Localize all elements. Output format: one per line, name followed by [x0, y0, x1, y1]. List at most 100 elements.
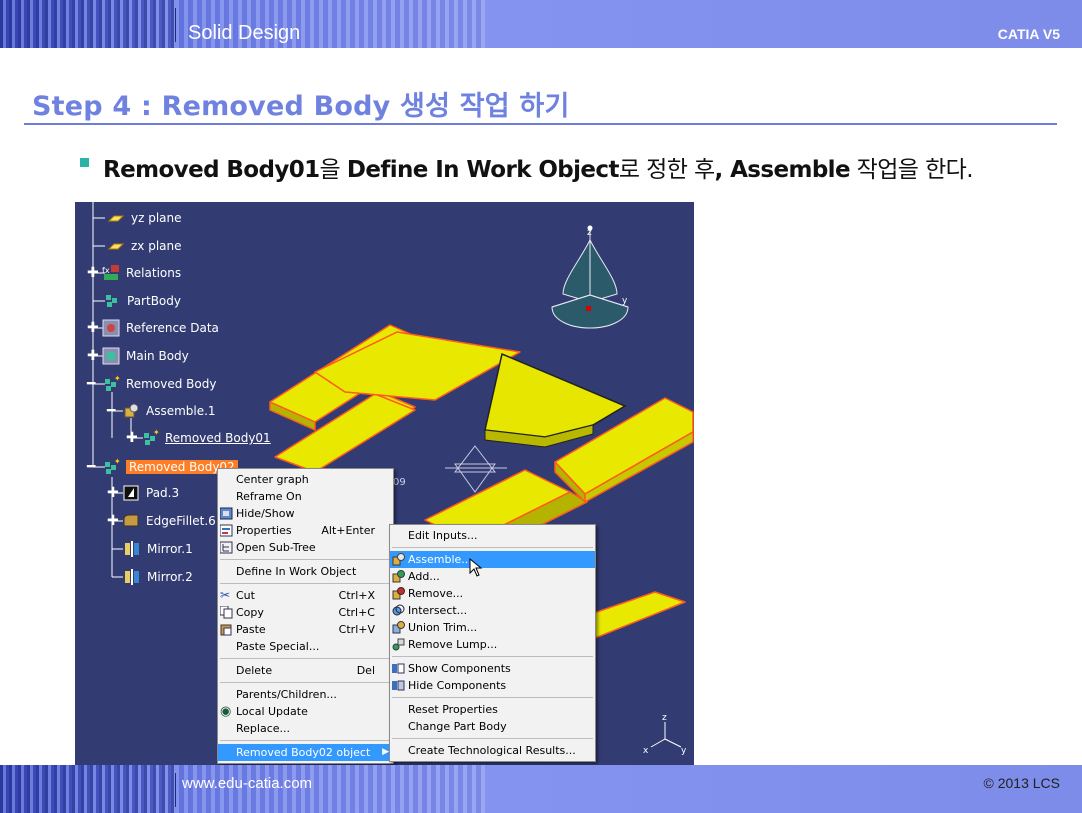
catia-viewport[interactable]: 09 z y z y x yz plane zx plane ✚ fx Rela…	[75, 202, 694, 766]
expand-plus-icon[interactable]: ✚	[87, 321, 100, 335]
title-divider	[24, 123, 1057, 125]
menu-item-cut[interactable]: ✂ Cut Ctrl+X	[218, 587, 393, 604]
compass-icon[interactable]: z y	[551, 225, 629, 329]
tree-item-removed-body[interactable]: ━ ✦ Removed Body	[87, 373, 216, 395]
instruction-part-3: Define In Work Object	[346, 157, 620, 183]
tree-item-mirror-1[interactable]: Mirror.1	[123, 538, 193, 560]
expand-plus-icon[interactable]: ✚	[87, 266, 100, 280]
axis-triad-icon	[650, 722, 682, 748]
svg-text:fx: fx	[102, 266, 110, 275]
instruction-part-4: 로 정한 후	[618, 157, 715, 183]
union-trim-icon	[392, 621, 405, 634]
submenu-item-union-trim[interactable]: Union Trim...	[390, 619, 595, 636]
submenu-item-add[interactable]: Add...	[390, 568, 595, 585]
tree-item-reference-data[interactable]: ✚ Reference Data	[87, 317, 219, 339]
body-icon: ✦	[105, 375, 120, 391]
instruction-part-2: 을	[319, 157, 347, 183]
partbody-icon	[106, 295, 117, 307]
paste-icon	[220, 624, 232, 636]
body-icon: ✦	[144, 429, 159, 445]
menu-item-paste[interactable]: Paste Ctrl+V	[218, 621, 393, 638]
collapse-minus-icon[interactable]: ━	[87, 460, 100, 474]
footer-url: www.edu-catia.com	[182, 775, 313, 792]
tree-item-mirror-2[interactable]: Mirror.2	[123, 566, 193, 588]
mirror-icon	[125, 541, 139, 557]
triad-y-label: y	[681, 746, 687, 756]
menu-item-delete[interactable]: Delete Del	[218, 662, 393, 679]
tree-item-edgefillet-6[interactable]: ✚ EdgeFillet.6	[107, 510, 216, 532]
copy-icon	[220, 606, 233, 619]
tree-item-removed-body01[interactable]: ✚ ✦ Removed Body01	[126, 427, 271, 449]
compass-z-label: z	[587, 228, 592, 238]
intersect-icon	[392, 604, 405, 616]
menu-separator	[392, 697, 593, 698]
instruction-text: Removed Body01을 Define In Work Object로 정…	[103, 150, 974, 184]
menu-item-reframe-on[interactable]: Reframe On	[218, 488, 393, 505]
update-icon: ◉	[220, 704, 232, 719]
menu-separator	[220, 559, 391, 560]
mouse-cursor-icon	[469, 558, 483, 577]
menu-item-open-sub-tree[interactable]: Open Sub-Tree	[218, 539, 393, 556]
submenu-item-reset-properties[interactable]: Reset Properties	[390, 701, 595, 718]
geometrical-set-icon	[102, 347, 120, 365]
partial-label: 09	[393, 477, 406, 488]
collapse-minus-icon[interactable]: ━	[107, 404, 120, 418]
menu-item-copy[interactable]: Copy Ctrl+C	[218, 604, 393, 621]
tree-item-removed-body02[interactable]: ━ ✦ Removed Body02	[87, 456, 238, 478]
tree-item-relations[interactable]: ✚ fx Relations	[87, 262, 181, 284]
submenu-item-edit-inputs[interactable]: Edit Inputs...	[390, 527, 595, 544]
expand-plus-icon[interactable]: ✚	[107, 486, 120, 500]
scissors-icon: ✂	[220, 588, 231, 602]
plane-icon	[107, 243, 125, 250]
properties-icon	[220, 524, 233, 537]
submenu-item-hide-components[interactable]: Hide Components	[390, 677, 595, 694]
menu-separator	[392, 656, 593, 657]
add-icon	[392, 570, 405, 583]
menu-item-parents-children[interactable]: Parents/Children...	[218, 686, 393, 703]
menu-item-paste-special[interactable]: Paste Special...	[218, 638, 393, 655]
tree-item-assemble-1[interactable]: ━ Assemble.1	[107, 400, 216, 422]
remove-icon	[392, 587, 405, 600]
instruction-part-6: 작업을 한다.	[849, 157, 974, 183]
tree-item-zx-plane[interactable]: zx plane	[107, 235, 182, 257]
menu-item-removed-body02-object[interactable]: Removed Body02 object ▶	[218, 744, 393, 761]
submenu-item-remove-lump[interactable]: Remove Lump...	[390, 636, 595, 653]
submenu-item-intersect[interactable]: Intersect...	[390, 602, 595, 619]
submenu-item-show-components[interactable]: Show Components	[390, 660, 595, 677]
submenu-item-assemble[interactable]: Assemble...	[390, 551, 595, 568]
relations-icon: fx	[102, 265, 119, 280]
expand-plus-icon[interactable]: ✚	[126, 431, 139, 445]
expand-plus-icon[interactable]: ✚	[107, 514, 120, 528]
svg-text:✦: ✦	[114, 458, 120, 466]
submenu-item-create-technological-results[interactable]: Create Technological Results...	[390, 742, 595, 759]
assemble-icon	[124, 403, 139, 418]
tree-item-pad-3[interactable]: ✚ Pad.3	[107, 482, 179, 504]
header-title: Solid Design	[188, 22, 301, 44]
footer-decoration	[0, 765, 175, 813]
menu-item-hide-show[interactable]: Hide/Show	[218, 505, 393, 522]
step-title: Step 4 : Removed Body 생성 작업 하기	[32, 91, 570, 122]
tree-item-main-body[interactable]: ✚ Main Body	[87, 345, 189, 367]
menu-item-replace[interactable]: Replace...	[218, 720, 393, 737]
instruction-part-1: Removed Body01	[103, 157, 320, 183]
submenu-item-remove[interactable]: Remove...	[390, 585, 595, 602]
object-submenu: Edit Inputs... Assemble... Add... Remove…	[389, 524, 596, 762]
show-components-icon	[392, 663, 405, 674]
menu-item-define-in-work-object[interactable]: Define In Work Object	[218, 563, 393, 580]
menu-item-local-update[interactable]: ◉ Local Update	[218, 703, 393, 720]
header-product-label: CATIA V5	[997, 26, 1060, 42]
context-menu: Center graph Reframe On Hide/Show Proper…	[217, 468, 394, 764]
menu-item-center-graph[interactable]: Center graph	[218, 471, 393, 488]
assemble-icon	[392, 553, 405, 566]
collapse-minus-icon[interactable]: ━	[87, 377, 100, 391]
menu-separator	[392, 738, 593, 739]
edge-fillet-icon	[123, 514, 139, 527]
submenu-item-change-part-body[interactable]: Change Part Body	[390, 718, 595, 735]
menu-separator	[392, 547, 593, 548]
footer-band: www.edu-catia.com © 2013 LCS	[0, 765, 1082, 813]
mirror-icon	[125, 569, 139, 585]
tree-item-partbody[interactable]: PartBody	[103, 290, 181, 312]
expand-plus-icon[interactable]: ✚	[87, 349, 100, 363]
tree-item-yz-plane[interactable]: yz plane	[107, 207, 182, 229]
menu-item-properties[interactable]: Properties Alt+Enter	[218, 522, 393, 539]
